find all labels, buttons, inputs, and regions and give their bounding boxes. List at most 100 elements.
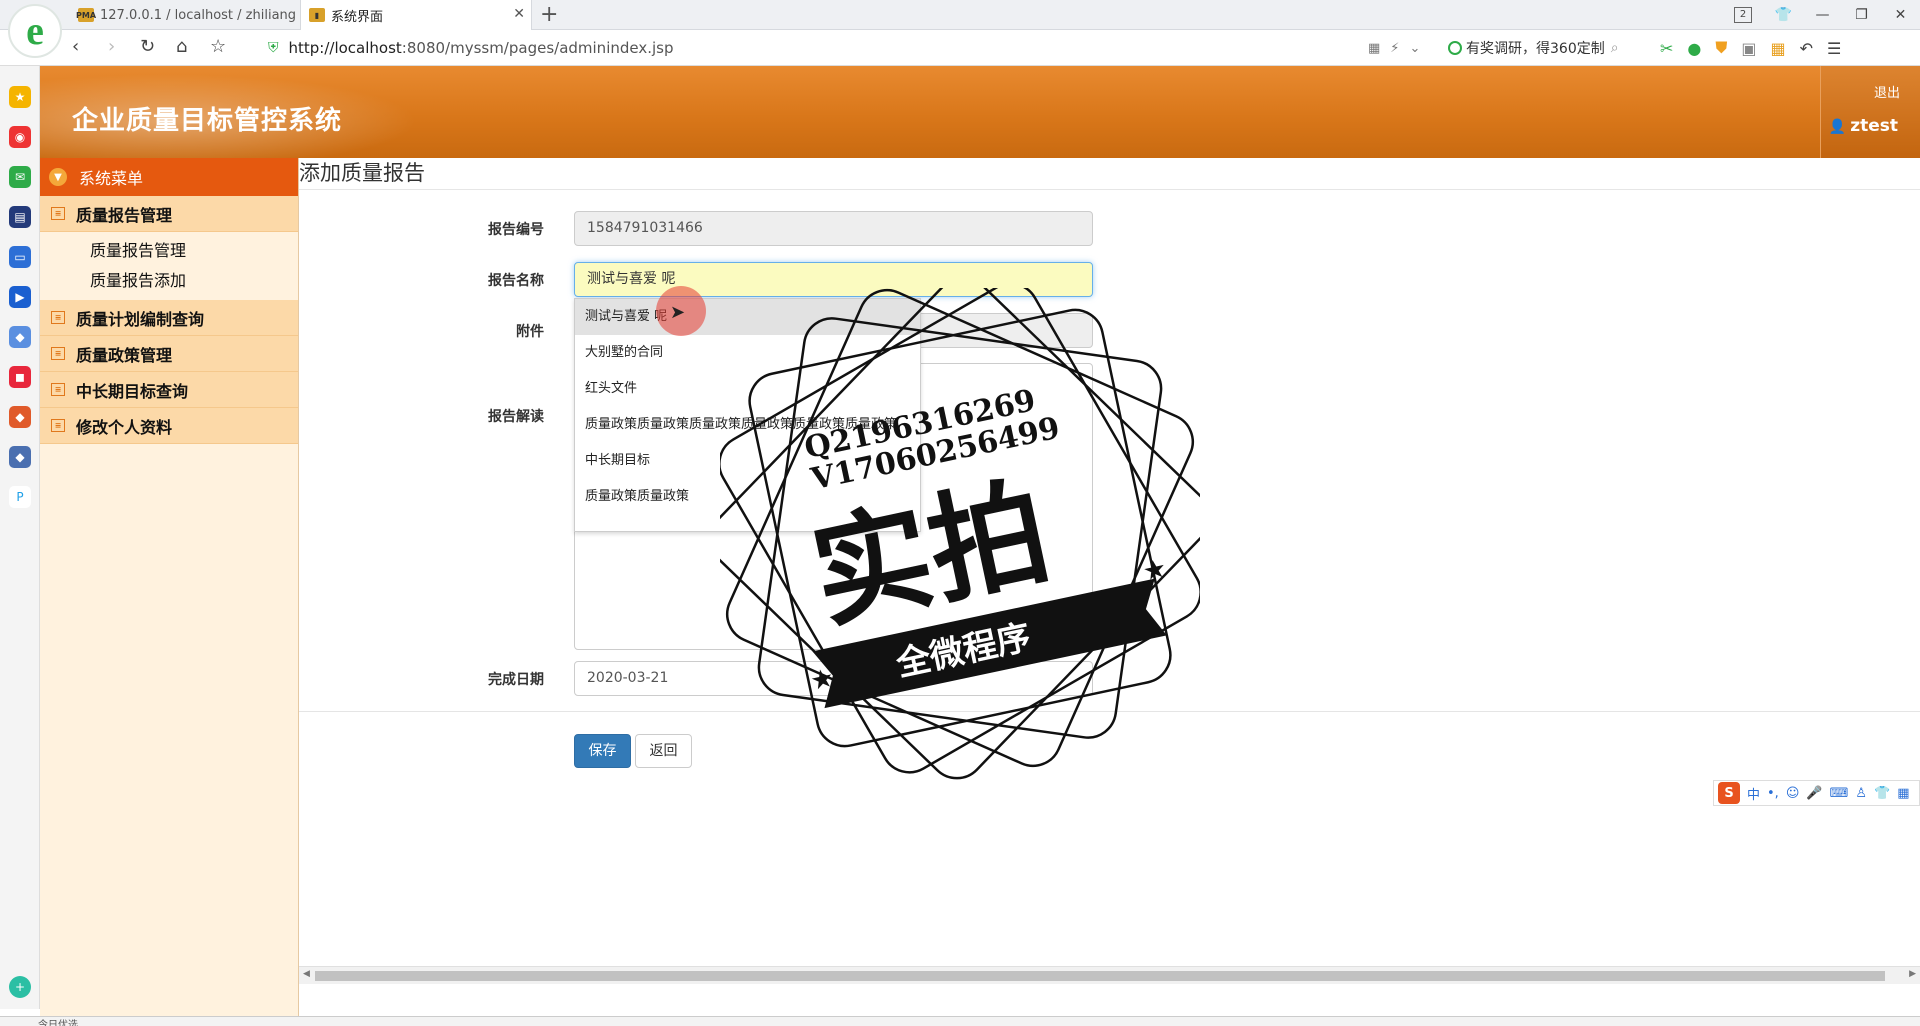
tab-system[interactable]: ▮ 系统界面 ✕ bbox=[300, 0, 532, 30]
menu-group-policy[interactable]: ≡ 质量政策管理 bbox=[40, 336, 298, 372]
skin-icon[interactable]: 👕 bbox=[1874, 786, 1890, 801]
label-finish-date: 完成日期 bbox=[488, 672, 544, 688]
new-tab-button[interactable]: + bbox=[540, 3, 558, 27]
mail-icon[interactable]: ✉ bbox=[9, 166, 31, 188]
lightning-icon[interactable]: ⚡ bbox=[1390, 41, 1399, 56]
undo-icon[interactable]: ↶ bbox=[1800, 39, 1813, 58]
shield-badge-icon[interactable]: ⛊ bbox=[1715, 38, 1727, 58]
news-icon[interactable]: ▤ bbox=[9, 206, 31, 228]
user-panel: 退出 👤 ztest bbox=[1820, 66, 1920, 158]
address-tools: ▦ ⚡ ⌄ bbox=[1368, 36, 1420, 60]
menu-icon[interactable]: ☰ bbox=[1827, 39, 1841, 58]
menu-item-report-manage[interactable]: 质量报告管理 bbox=[40, 236, 298, 266]
save-button[interactable]: 保存 bbox=[574, 734, 631, 768]
report-name-input[interactable]: 测试与喜爱 呢 bbox=[574, 262, 1093, 297]
minimize-icon[interactable]: — bbox=[1803, 7, 1842, 23]
game2-icon[interactable]: ◆ bbox=[9, 406, 31, 428]
sogou-logo-icon[interactable]: S bbox=[1718, 782, 1740, 804]
autocomplete-item[interactable]: 质量政策质量政策 bbox=[575, 479, 920, 515]
weibo-icon[interactable]: ◉ bbox=[9, 126, 31, 148]
favorites-icon[interactable]: ★ bbox=[9, 86, 31, 108]
scroll-right-icon[interactable]: ▶ bbox=[1909, 969, 1916, 979]
user-icon[interactable]: ♙ bbox=[1855, 786, 1867, 801]
menu-toggle-icon: ▼ bbox=[49, 168, 67, 186]
scroll-thumb[interactable] bbox=[315, 971, 1885, 981]
scroll-left-icon[interactable]: ◀ bbox=[303, 969, 310, 979]
star-icon[interactable]: ☆ bbox=[210, 36, 226, 58]
browser-side-dock: ★ ◉ ✉ ▤ ▭ ▶ ◆ ◼ ◆ ◆ P + bbox=[0, 66, 40, 1009]
back-button[interactable]: 返回 bbox=[635, 734, 692, 768]
user-name[interactable]: 👤 ztest bbox=[1829, 116, 1898, 136]
autocomplete-item[interactable]: 中长期目标 bbox=[575, 443, 920, 479]
ime-mode[interactable]: 中 bbox=[1747, 784, 1760, 803]
mic-icon[interactable]: 🎤 bbox=[1806, 786, 1822, 801]
search-icon[interactable]: ⌕ bbox=[1611, 40, 1619, 56]
main-content: 添加质量报告 报告编号 1584791031466 报告名称 测试与喜爱 呢 附… bbox=[299, 158, 1920, 1016]
menu-item-report-add[interactable]: 质量报告添加 bbox=[40, 266, 298, 296]
video-icon[interactable]: ▶ bbox=[9, 286, 31, 308]
shop-icon[interactable]: ◼ bbox=[9, 366, 31, 388]
logout-link[interactable]: 退出 bbox=[1874, 82, 1900, 101]
search-engine-icon bbox=[1448, 41, 1462, 55]
autocomplete-item[interactable]: 红头文件 bbox=[575, 371, 920, 407]
menu-group-label: 质量报告管理 bbox=[76, 205, 173, 225]
tab-count-badge[interactable]: 2 bbox=[1734, 7, 1752, 23]
chart-favicon-icon: ▮ bbox=[309, 8, 325, 22]
menu-group-label: 质量计划编制查询 bbox=[76, 309, 205, 329]
home-icon[interactable]: ⌂ bbox=[176, 36, 187, 58]
qr-icon[interactable]: ▦ bbox=[1368, 41, 1380, 56]
menu-group-reports[interactable]: ≡ 质量报告管理 bbox=[40, 196, 298, 232]
game3-icon[interactable]: ◆ bbox=[9, 446, 31, 468]
add-icon[interactable]: + bbox=[9, 976, 31, 998]
status-text: 今日优选 bbox=[38, 1020, 78, 1026]
back-icon[interactable]: ‹ bbox=[72, 36, 79, 58]
grid-icon[interactable]: ▦ bbox=[1897, 786, 1909, 801]
url-path: :8080/myssm/pages/adminindex.jsp bbox=[401, 39, 674, 57]
browser-logo[interactable]: e bbox=[8, 4, 62, 58]
window-controls: 2 👕 — ❐ ✕ bbox=[1734, 0, 1920, 30]
emoji-icon[interactable]: ☺ bbox=[1786, 786, 1800, 801]
menu-group-plan-query[interactable]: ≡ 质量计划编制查询 bbox=[40, 300, 298, 336]
menu-header[interactable]: ▼ 系统菜单 bbox=[40, 158, 298, 196]
list-icon: ≡ bbox=[51, 347, 65, 360]
url-host: http://localhost bbox=[288, 39, 402, 57]
extensions-bar: ✂ ● ⛊ ▣ ▦ ↶ ☰ bbox=[1660, 36, 1841, 60]
finish-date-input[interactable]: 2020-03-21 bbox=[574, 661, 1093, 696]
reload-icon[interactable]: ↻ bbox=[140, 36, 155, 58]
menu-group-goals[interactable]: ≡ 中长期目标查询 bbox=[40, 372, 298, 408]
page-title: 添加质量报告 bbox=[299, 158, 1920, 190]
horizontal-scrollbar[interactable]: ◀ ▶ bbox=[299, 966, 1920, 984]
image-icon[interactable]: ▣ bbox=[1741, 39, 1756, 58]
tab-phpmyadmin[interactable]: PMA 127.0.0.1 / localhost / zhiliang bbox=[70, 0, 305, 30]
punctuation-icon[interactable]: •, bbox=[1767, 786, 1779, 801]
doc-icon[interactable]: ▭ bbox=[9, 246, 31, 268]
forward-icon[interactable]: › bbox=[108, 36, 115, 58]
app-title: 企业质量目标管控系统 bbox=[72, 106, 343, 136]
promo-text: 有奖调研，得360定制 bbox=[1466, 41, 1605, 57]
close-tab-icon[interactable]: ✕ bbox=[513, 6, 525, 22]
close-window-icon[interactable]: ✕ bbox=[1881, 7, 1920, 23]
app-header: 企业质量目标管控系统 退出 👤 ztest bbox=[40, 66, 1920, 158]
menu-group-label: 质量政策管理 bbox=[76, 345, 173, 365]
p-icon[interactable]: P bbox=[9, 486, 31, 508]
chevron-down-icon[interactable]: ⌄ bbox=[1409, 41, 1420, 56]
autocomplete-item[interactable]: 大别墅的合同 bbox=[575, 335, 920, 371]
scissors-icon[interactable]: ✂ bbox=[1660, 39, 1673, 58]
keyboard-icon[interactable]: ⌨ bbox=[1830, 786, 1849, 801]
user-name-text: ztest bbox=[1850, 116, 1898, 136]
autocomplete-item[interactable]: 质量政策质量政策质量政策质量政策质量政策质量政策 bbox=[575, 407, 920, 443]
url-field[interactable]: ⛨ http://localhost :8080/myssm/pages/adm… bbox=[268, 35, 674, 61]
ime-toolbar: S 中 •, ☺ 🎤 ⌨ ♙ 👕 ▦ bbox=[1713, 780, 1920, 806]
translate-icon[interactable]: ● bbox=[1687, 39, 1701, 58]
autocomplete-item[interactable]: 测试与喜爱 呢 bbox=[575, 299, 920, 335]
apps-icon[interactable]: ▦ bbox=[1771, 39, 1786, 58]
restore-icon[interactable]: ❐ bbox=[1842, 7, 1881, 23]
list-icon: ≡ bbox=[51, 419, 65, 432]
menu-group-profile[interactable]: ≡ 修改个人资料 bbox=[40, 408, 298, 444]
mouse-cursor-icon: ➤ bbox=[670, 302, 686, 323]
game-icon[interactable]: ◆ bbox=[9, 326, 31, 348]
menu-group-label: 中长期目标查询 bbox=[76, 381, 189, 401]
list-icon: ≡ bbox=[51, 311, 65, 324]
shirt-icon[interactable]: 👕 bbox=[1764, 7, 1803, 23]
promo-search[interactable]: 有奖调研，得360定制 ⌕ bbox=[1448, 36, 1619, 60]
